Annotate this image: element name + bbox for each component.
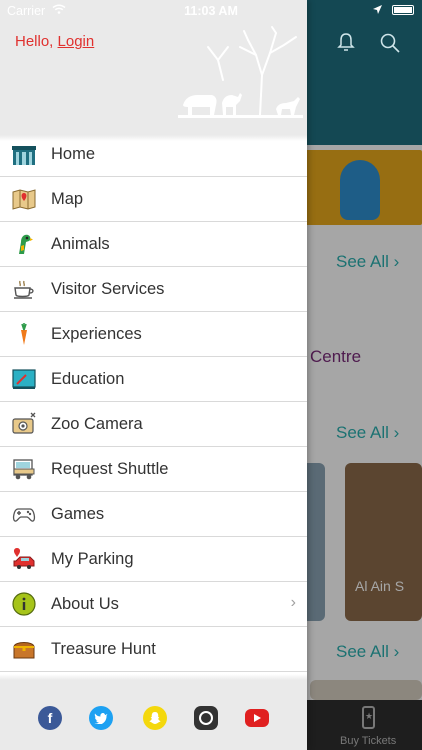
menu-item-experiences[interactable]: Experiences — [0, 312, 307, 357]
status-bar: Carrier 11:03 AM — [0, 0, 422, 22]
menu-item-label: My Parking — [51, 549, 134, 568]
zoo-gate-icon — [12, 143, 36, 167]
chevron-right-icon: › — [290, 594, 296, 611]
menu-item-label: Treasure Hunt — [51, 639, 156, 658]
menu-item-animals[interactable]: Animals — [0, 222, 307, 267]
menu-item-map[interactable]: Map — [0, 177, 307, 222]
clock: 11:03 AM — [184, 4, 238, 18]
search-icon[interactable] — [380, 33, 400, 53]
greeting: Hello, Login — [15, 33, 94, 50]
navigation-drawer: Hello, Login Home Map Animals Visitor Se… — [0, 0, 307, 750]
greeting-text: Hello, — [15, 33, 58, 50]
menu-item-label: Map — [51, 189, 84, 208]
location-arrow-icon — [373, 5, 382, 14]
menu-item-label: Request Shuttle — [51, 459, 169, 478]
instagram-icon[interactable] — [194, 706, 218, 730]
battery-icon — [392, 5, 414, 15]
menu-item-label: About Us — [51, 594, 119, 613]
drawer-menu: Home Map Animals Visitor Services Experi… — [0, 133, 307, 672]
drawer-footer: f — [0, 674, 307, 750]
carrot-icon — [12, 322, 36, 346]
menu-item-home[interactable]: Home — [0, 133, 307, 177]
shuttle-icon — [12, 457, 36, 481]
coffee-cup-icon — [12, 277, 36, 301]
menu-item-label: Home — [51, 145, 96, 163]
map-icon — [12, 187, 36, 211]
menu-item-games[interactable]: Games — [0, 492, 307, 537]
blackboard-icon — [12, 367, 36, 391]
menu-item-label: Animals — [51, 234, 110, 253]
parrot-icon — [12, 232, 36, 256]
menu-item-label: Experiences — [51, 324, 142, 343]
snapchat-icon[interactable] — [143, 706, 167, 730]
camera-icon — [12, 412, 36, 436]
menu-item-treasure-hunt[interactable]: Treasure Hunt — [0, 627, 307, 672]
info-icon — [12, 592, 36, 616]
menu-item-request-shuttle[interactable]: Request Shuttle — [0, 447, 307, 492]
menu-item-label: Visitor Services — [51, 279, 165, 298]
menu-item-label: Zoo Camera — [51, 414, 143, 433]
dim-overlay[interactable] — [307, 0, 422, 750]
menu-item-education[interactable]: Education — [0, 357, 307, 402]
menu-item-label: Education — [51, 369, 125, 388]
menu-item-about-us[interactable]: About Us › — [0, 582, 307, 627]
menu-item-label: Games — [51, 504, 105, 523]
menu-item-visitor-services[interactable]: Visitor Services — [0, 267, 307, 312]
car-pin-icon — [12, 547, 36, 571]
treasure-chest-icon — [12, 637, 36, 661]
facebook-icon[interactable]: f — [38, 706, 62, 730]
twitter-icon[interactable] — [89, 706, 113, 730]
login-link[interactable]: Login — [58, 33, 95, 50]
youtube-icon[interactable] — [245, 709, 269, 727]
menu-item-zoo-camera[interactable]: Zoo Camera — [0, 402, 307, 447]
menu-item-my-parking[interactable]: My Parking — [0, 537, 307, 582]
savanna-tree-illustration — [178, 26, 303, 118]
bell-icon[interactable] — [337, 32, 355, 52]
gamepad-icon — [12, 502, 36, 526]
